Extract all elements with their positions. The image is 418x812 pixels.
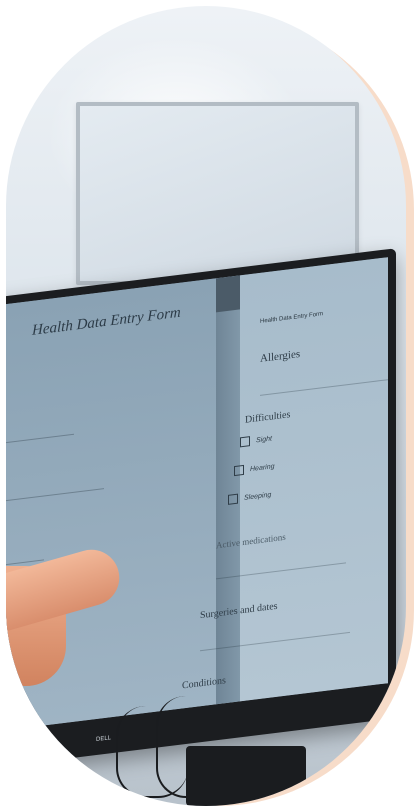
checkbox-box[interactable]: [234, 464, 244, 477]
monitor-stand: [186, 746, 306, 806]
right-pane: Health Data Entry Form Allergies Difficu…: [182, 257, 388, 702]
monitor-screen: Health Data Entry Form Health Data Entry…: [6, 257, 388, 733]
section-difficulties: Difficulties: [245, 409, 291, 426]
divider-cap: [216, 275, 240, 313]
left-pane-title: Health Data Entry Form: [32, 304, 181, 339]
checkbox-box[interactable]: [240, 436, 250, 448]
monitor-brand-logo: DELL: [96, 735, 112, 744]
form-header: Health Data Entry Form: [260, 311, 324, 325]
field-line: [6, 433, 74, 446]
field-line: [6, 488, 104, 504]
checkbox-label: Sleeping: [244, 491, 272, 502]
pane-divider: [216, 275, 240, 705]
monitor: Health Data Entry Form Health Data Entry…: [6, 248, 396, 770]
section-line: [260, 377, 388, 396]
section-allergies: Allergies: [260, 347, 301, 365]
checkbox-box[interactable]: [228, 493, 238, 505]
checkbox-label: Hearing: [250, 462, 275, 473]
checkbox-hearing[interactable]: Hearing: [234, 461, 275, 477]
photo-frame: Health Data Entry Form Health Data Entry…: [6, 6, 406, 806]
checkbox-label: Sight: [256, 434, 272, 444]
checkbox-sight[interactable]: Sight: [240, 433, 272, 448]
